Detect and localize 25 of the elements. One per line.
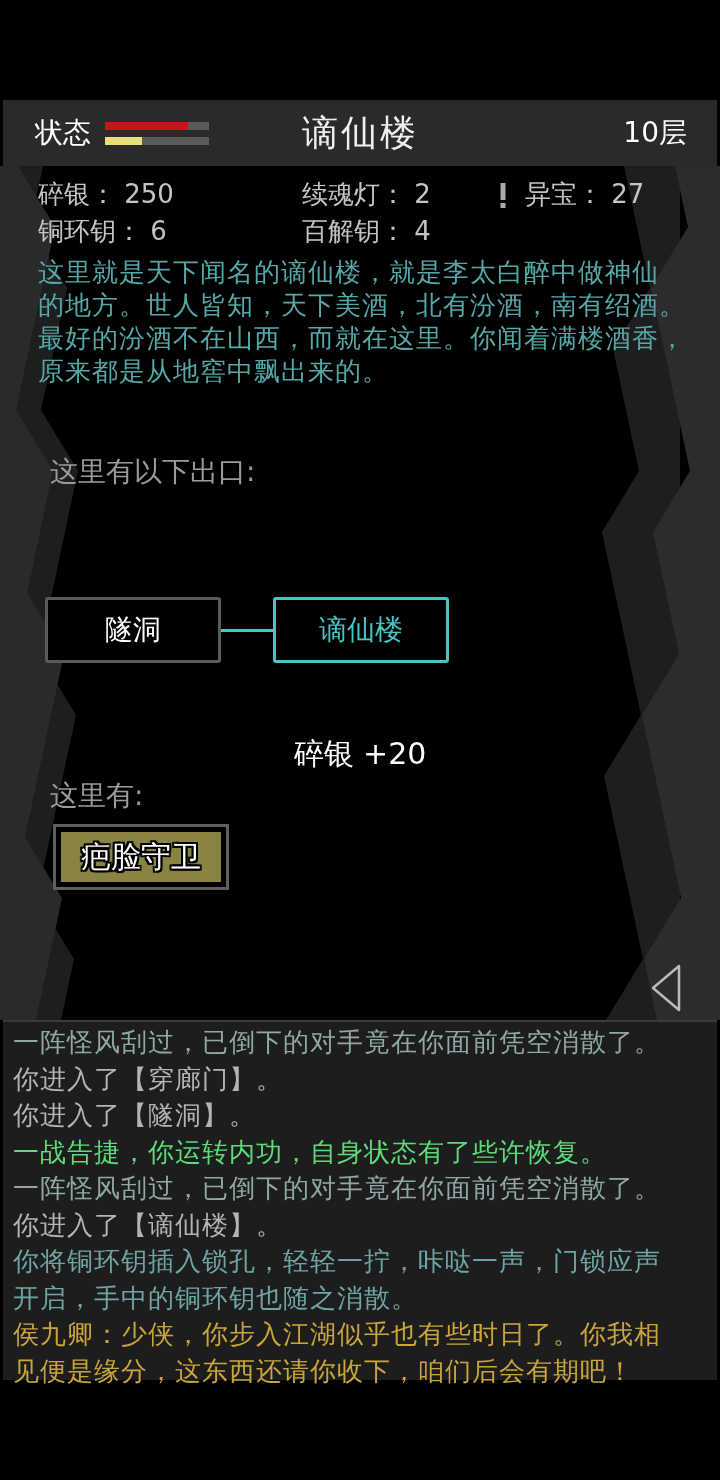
here-label: 这里有: bbox=[50, 778, 144, 814]
log-message: 一战告捷，你运转内功，自身状态有了些许恢复。 bbox=[13, 1135, 607, 1169]
exit-button[interactable]: 隧洞 bbox=[45, 597, 221, 663]
stat-text: 百解钥： 4 bbox=[302, 215, 432, 248]
npc-button[interactable]: 疤脸守卫 bbox=[53, 824, 229, 890]
log-message: 你将铜环钥插入锁孔，轻轻一拧，咔哒一声，门锁应声 开启，手中的铜环钥也随之消散。 bbox=[13, 1245, 661, 1315]
floor-label: 10层 bbox=[623, 115, 687, 151]
loot-popup: 碎银 +20 bbox=[293, 736, 427, 772]
log-message: 你进入了【穿廊门】。 bbox=[13, 1062, 283, 1096]
log-message: 侯九卿：少侠，你步入江湖似乎也有些时日了。你我相 见便是缘分，这东西还请你收下，咱们后会有期吧！ bbox=[13, 1318, 661, 1388]
connector-line bbox=[221, 628, 273, 632]
exits-label: 这里有以下出口: bbox=[50, 454, 256, 490]
exit-button[interactable]: 谪仙楼 bbox=[273, 597, 449, 663]
back-icon[interactable] bbox=[650, 963, 682, 1013]
log-message: 一阵怪风刮过，已倒下的对手竟在你面前凭空消散了。 bbox=[13, 1172, 661, 1205]
log-message: 一阵怪风刮过，已倒下的对手竟在你面前凭空消散了。 bbox=[13, 1026, 661, 1059]
stat-text: 碎银： 250 bbox=[38, 178, 175, 211]
status-label: 状态 bbox=[35, 115, 91, 151]
location-description: 这里就是天下闻名的谪仙楼，就是李太白醉中做神仙 的地方。世人皆知，天下美酒，北有汾酒，南有绍酒。 最好的汾酒不在山西，而就在这里。你闻着满楼酒香， 原来都是从地窖中飘出来的。 bbox=[38, 256, 686, 388]
log-message: 你进入了【隧洞】。 bbox=[13, 1099, 256, 1132]
log-message: 你进入了【谪仙楼】。 bbox=[13, 1208, 283, 1242]
location-title: 谪仙楼 bbox=[301, 110, 419, 155]
stat-text: 铜环钥： 6 bbox=[38, 215, 168, 248]
stat-text: 续魂灯： 2 bbox=[302, 178, 432, 211]
stat-text: 异宝： 27 bbox=[525, 176, 705, 213]
